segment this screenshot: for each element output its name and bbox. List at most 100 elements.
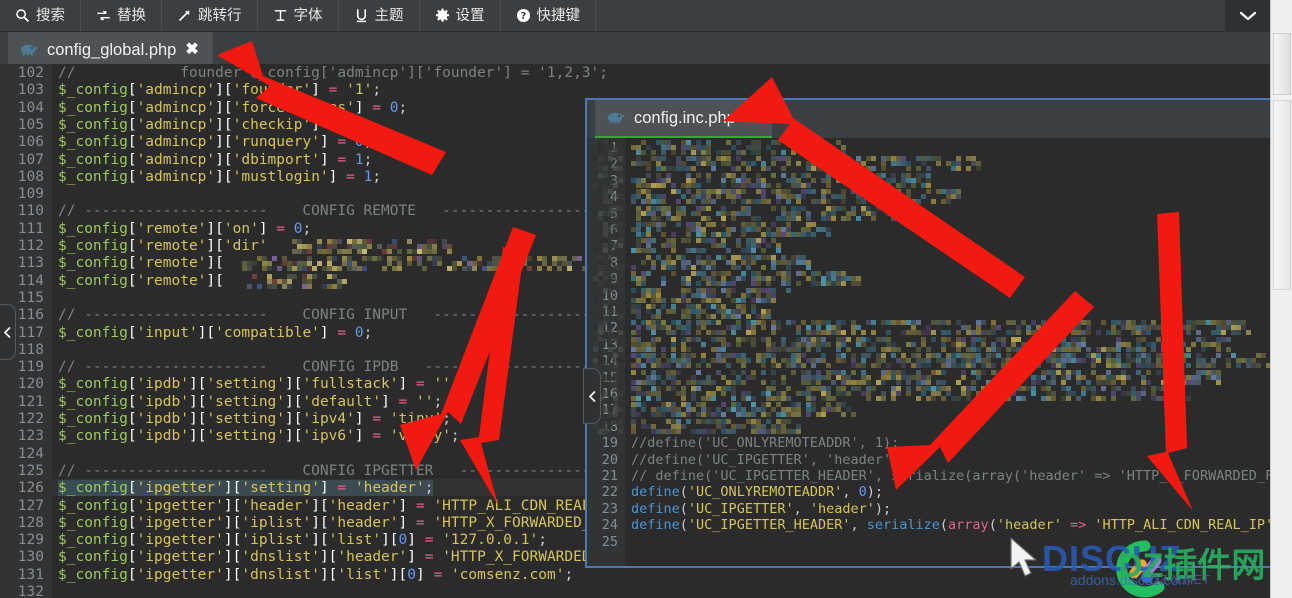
censored-code-block — [631, 419, 801, 434]
toolbar-button-hotkeys[interactable]: ? 快捷键 — [501, 0, 597, 31]
code-line: $_config['remote'][ — [58, 273, 224, 289]
toolbar-button-settings[interactable]: 设置 — [420, 0, 501, 31]
toolbar-button-replace[interactable]: 替换 — [81, 0, 162, 31]
replace-icon — [96, 8, 111, 23]
line-number: 102 — [0, 65, 44, 81]
censored-code-block — [593, 206, 619, 220]
censored-code-block — [247, 274, 347, 289]
censored-code-block — [593, 320, 619, 334]
censored-code-block — [593, 156, 619, 170]
line-number: 108 — [0, 169, 44, 185]
font-icon — [273, 8, 288, 23]
line-number: 19 — [587, 435, 618, 451]
scrollbar-thumb[interactable] — [1273, 100, 1291, 290]
tab-close-icon[interactable]: ✖ — [185, 42, 198, 58]
censored-code-block — [631, 156, 981, 171]
code-line: $_config['remote']['on'] = 0; — [58, 221, 311, 237]
code-line: $_config['ipgetter']['header']['header']… — [58, 498, 634, 514]
search-icon — [15, 8, 30, 23]
line-number: 107 — [0, 152, 44, 168]
line-number: 105 — [0, 117, 44, 133]
censored-code-block — [242, 256, 632, 271]
code-line: // define('UC_IPGETTER_HEADER', serializ… — [631, 468, 1290, 484]
censored-code-block — [593, 337, 619, 351]
code-line: $_config['ipgetter']['dnslist']['header'… — [58, 549, 643, 565]
code-line: $_config['ipdb']['setting']['default'] =… — [58, 394, 442, 410]
tab-bar-window2: config.inc.php ✖ — [587, 100, 1290, 138]
toolbar-button-theme[interactable]: 主题 — [339, 0, 420, 31]
censored-code-block — [593, 353, 619, 367]
toolbar-button-goto-line[interactable]: 跳转行 — [162, 0, 258, 31]
censored-code-block — [287, 239, 452, 254]
toolbar-button-search[interactable]: 搜索 — [0, 0, 81, 31]
collapse-panel-left-handle-window1[interactable] — [0, 304, 16, 360]
code-line: $_config['admincp']['checkip'] = 1; — [58, 117, 364, 133]
toolbar-label-hotkeys: 快捷键 — [537, 9, 581, 24]
tab-title-window1: config_global.php — [47, 41, 176, 60]
toolbar-button-font[interactable]: 字体 — [258, 0, 339, 31]
toolbar-label-font: 字体 — [294, 9, 323, 24]
code-editor-window2[interactable]: 12345678910111213141516171819//define('U… — [587, 138, 1290, 566]
censored-code-block — [631, 271, 861, 286]
censored-code-block — [631, 402, 861, 417]
line-number: 126 — [0, 480, 44, 496]
tab-close-icon[interactable]: ✖ — [745, 110, 758, 126]
line-number: 125 — [0, 463, 44, 479]
code-line: // --------------------- CONFIG REMOTE -… — [58, 203, 652, 219]
censored-code-block — [631, 386, 1191, 401]
code-line: $_config['admincp']['founder'] = '1'; — [58, 82, 381, 98]
code-line: $_config['ipgetter']['setting'] = 'heade… — [58, 480, 433, 496]
svg-text:?: ? — [520, 11, 525, 22]
toolbar-overflow-chevron-down-icon[interactable] — [1225, 0, 1270, 32]
code-line: $_config['admincp']['mustlogin'] = 1; — [58, 169, 381, 185]
censored-code-block — [593, 271, 619, 285]
code-line: define('UC_IPGETTER', 'header'); — [631, 501, 891, 517]
code-line: //define('UC_ONLYREMOTEADDR', 1); — [631, 435, 899, 451]
censored-code-block — [631, 353, 1271, 368]
censored-code-block — [631, 288, 791, 303]
line-number: 112 — [0, 238, 44, 254]
collapse-panel-left-handle-window2[interactable] — [583, 368, 601, 424]
tab-config-inc-php[interactable]: config.inc.php ✖ — [595, 100, 772, 138]
page-vertical-scrollbar[interactable] — [1270, 0, 1292, 598]
code-line: // --------------------- CONFIG IPDB ---… — [58, 359, 643, 375]
censored-code-block — [631, 370, 1221, 385]
code-line: // --------------------- CONFIG INPUT --… — [58, 307, 643, 323]
code-line: $_config['ipgetter']['dnslist']['list'][… — [58, 567, 573, 583]
code-line: define('UC_IPGETTER_HEADER', serialize(a… — [631, 517, 1290, 533]
censored-code-block — [593, 189, 619, 203]
censored-code-block — [631, 320, 1251, 335]
line-number: 132 — [0, 584, 44, 598]
code-line: $_config['ipdb']['setting']['ipv4'] = 't… — [58, 411, 451, 427]
line-number: 103 — [0, 82, 44, 98]
toolbar-label-settings: 设置 — [456, 9, 485, 24]
php-elephant-icon — [20, 43, 38, 57]
censored-code-block — [631, 238, 781, 253]
line-number: 129 — [0, 532, 44, 548]
censored-code-block — [631, 206, 911, 221]
censored-code-block — [631, 173, 931, 188]
code-line: $_config['ipdb']['setting']['ipv6'] = 'v… — [58, 428, 460, 444]
line-number: 131 — [0, 567, 44, 583]
code-line: //define('UC_IPGETTER', 'header'); — [631, 452, 907, 468]
scrollbar-thumb-top[interactable] — [1273, 33, 1291, 95]
censored-code-block — [631, 222, 831, 237]
line-number: 130 — [0, 549, 44, 565]
line-number: 124 — [0, 446, 44, 462]
censored-code-block — [593, 255, 619, 269]
php-elephant-icon — [607, 111, 625, 125]
code-line: define('UC_ONLYREMOTEADDR', 0); — [631, 484, 883, 500]
line-number: 24 — [587, 517, 618, 533]
editor-window-config-inc: config.inc.php ✖ 12345678910111213141516… — [585, 98, 1292, 568]
toolbar-label-replace: 替换 — [117, 9, 146, 24]
code-line: $_config['ipgetter']['iplist']['header']… — [58, 515, 634, 531]
toolbar-label-theme: 主题 — [375, 9, 404, 24]
line-number: 119 — [0, 359, 44, 375]
censored-code-block — [631, 337, 1231, 352]
settings-gear-icon — [435, 8, 450, 23]
code-line: // --------------------- CONFIG IPGETTER… — [58, 463, 643, 479]
line-number: 109 — [0, 186, 44, 202]
line-number: 127 — [0, 498, 44, 514]
code-line: $_config['input']['compatible'] = 0; — [58, 325, 372, 341]
code-line: $_config['ipgetter']['iplist']['list'][0… — [58, 532, 547, 548]
